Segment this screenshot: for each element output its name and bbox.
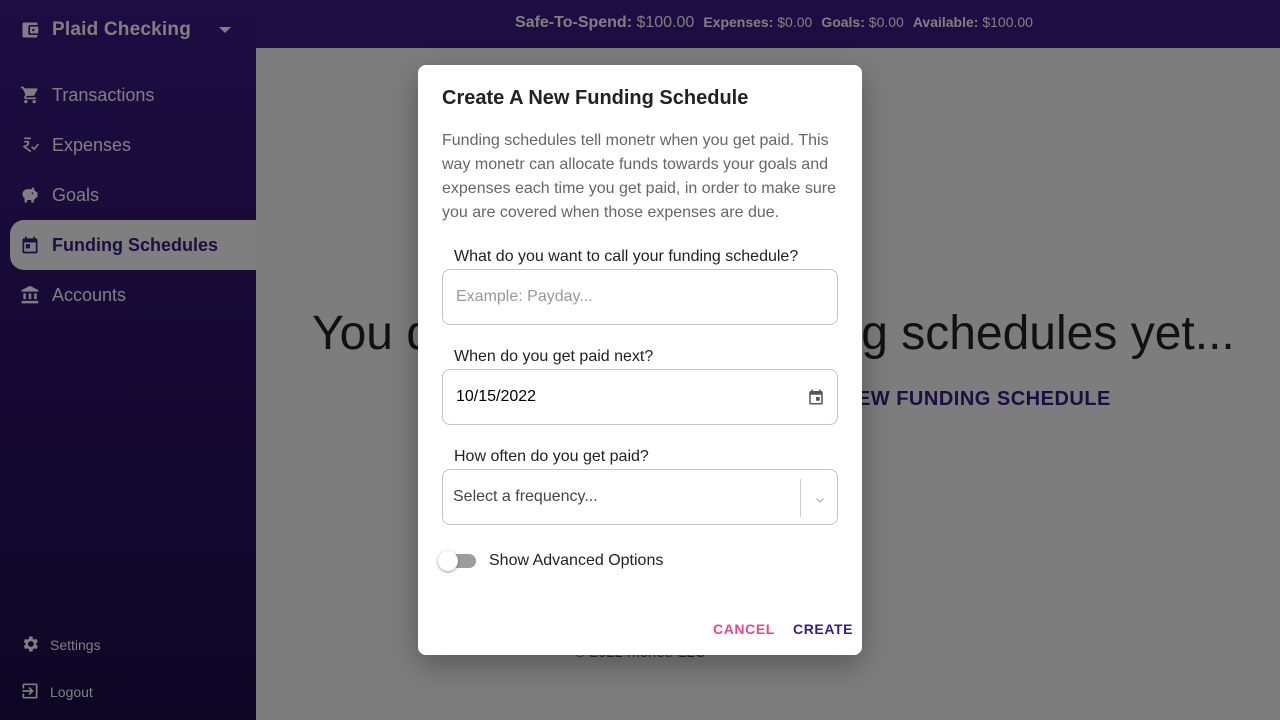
date-field[interactable]: 10/15/2022: [442, 369, 838, 425]
select-separator: [800, 479, 801, 517]
calendar-picker-icon[interactable]: [807, 387, 825, 407]
frequency-field-label: How often do you get paid?: [454, 448, 649, 465]
date-field-label: When do you get paid next?: [454, 348, 654, 365]
schedule-name-input[interactable]: [456, 288, 786, 306]
name-field[interactable]: [442, 269, 838, 325]
frequency-select[interactable]: Select a frequency...: [442, 469, 838, 525]
advanced-options-toggle-row[interactable]: Show Advanced Options: [438, 551, 664, 571]
chevron-down-icon[interactable]: [815, 492, 825, 504]
cancel-button[interactable]: CANCEL: [713, 621, 775, 637]
toggle-knob: [438, 551, 458, 571]
next-paid-date-value[interactable]: 10/15/2022: [456, 388, 536, 406]
advanced-options-toggle[interactable]: [438, 551, 476, 571]
dialog-title: Create A New Funding Schedule: [442, 87, 749, 109]
frequency-placeholder: Select a frequency...: [453, 488, 598, 505]
create-button[interactable]: CREATE: [793, 621, 853, 637]
dialog-description: Funding schedules tell monetr when you g…: [442, 132, 836, 221]
name-field-label: What do you want to call your funding sc…: [454, 248, 799, 265]
advanced-options-label: Show Advanced Options: [489, 552, 664, 569]
create-funding-schedule-dialog: Create A New Funding Schedule Funding sc…: [418, 65, 862, 655]
